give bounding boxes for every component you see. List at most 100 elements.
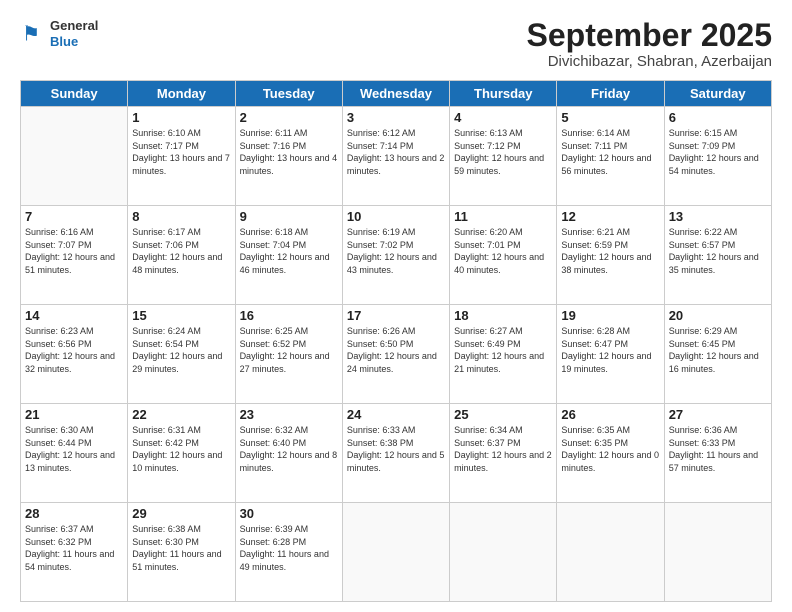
cell-day-number: 8 bbox=[132, 209, 230, 224]
cell-day-number: 18 bbox=[454, 308, 552, 323]
cell-info: Sunrise: 6:33 AMSunset: 6:38 PMDaylight:… bbox=[347, 424, 445, 474]
page-header: ⚑ General Blue September 2025 Divichibaz… bbox=[20, 18, 772, 70]
table-row bbox=[664, 503, 771, 602]
cell-day-number: 17 bbox=[347, 308, 445, 323]
cell-info: Sunrise: 6:38 AMSunset: 6:30 PMDaylight:… bbox=[132, 523, 230, 573]
table-row: 4Sunrise: 6:13 AMSunset: 7:12 PMDaylight… bbox=[450, 107, 557, 206]
table-row: 17 Sunrise: 6:26 AMSunset: 6:50 PMDayligh… bbox=[342, 305, 449, 404]
cell-info: Sunrise: 6:17 AMSunset: 7:06 PMDaylight:… bbox=[132, 226, 230, 276]
cell-info: Sunrise: 6:22 AMSunset: 6:57 PMDaylight:… bbox=[669, 226, 767, 276]
cell-day-number: 20 bbox=[669, 308, 767, 323]
cell-day-number: 10 bbox=[347, 209, 445, 224]
table-row: 2 Sunrise: 6:11 AMSunset: 7:16 PMDaylight… bbox=[235, 107, 342, 206]
cell-day-number: 22 bbox=[132, 407, 230, 422]
cell-day-number: 23 bbox=[240, 407, 338, 422]
cell-day-number: 13 bbox=[669, 209, 767, 224]
table-row: 18 Sunrise: 6:27 AMSunset: 6:49 PMDayligh… bbox=[450, 305, 557, 404]
cell-info: Sunrise: 6:15 AMSunset: 7:09 PMDaylight:… bbox=[669, 127, 767, 177]
calendar-week-row: 28 Sunrise: 6:37 AMSunset: 6:32 PMDayligh… bbox=[21, 503, 772, 602]
cell-day-number: 2 bbox=[240, 110, 338, 125]
cell-info: Sunrise: 6:14 AMSunset: 7:11 PMDaylight:… bbox=[561, 127, 659, 177]
cell-day-number: 29 bbox=[132, 506, 230, 521]
table-row: 1 Sunrise: 6:10 AMSunset: 7:17 PMDaylight… bbox=[128, 107, 235, 206]
cell-info: Sunrise: 6:10 AMSunset: 7:17 PMDaylight:… bbox=[132, 127, 230, 177]
table-row: 30 Sunrise: 6:39 AMSunset: 6:28 PMDayligh… bbox=[235, 503, 342, 602]
table-row: 28 Sunrise: 6:37 AMSunset: 6:32 PMDayligh… bbox=[21, 503, 128, 602]
table-row bbox=[342, 503, 449, 602]
table-row: 21 Sunrise: 6:30 AMSunset: 6:44 PMDayligh… bbox=[21, 404, 128, 503]
table-row: 8 Sunrise: 6:17 AMSunset: 7:06 PMDaylight… bbox=[128, 206, 235, 305]
col-tuesday: Tuesday bbox=[235, 81, 342, 107]
cell-day-number: 12 bbox=[561, 209, 659, 224]
logo-blue: Blue bbox=[50, 34, 98, 50]
cell-day-number: 14 bbox=[25, 308, 123, 323]
cell-info: Sunrise: 6:36 AMSunset: 6:33 PMDaylight:… bbox=[669, 424, 767, 474]
cell-info: Sunrise: 6:37 AMSunset: 6:32 PMDaylight:… bbox=[25, 523, 123, 573]
table-row: 3 Sunrise: 6:12 AMSunset: 7:14 PMDaylight… bbox=[342, 107, 449, 206]
cell-day-number: 28 bbox=[25, 506, 123, 521]
cell-day-number: 3 bbox=[347, 110, 445, 125]
col-wednesday: Wednesday bbox=[342, 81, 449, 107]
cell-day-number: 21 bbox=[25, 407, 123, 422]
table-row: 24 Sunrise: 6:33 AMSunset: 6:38 PMDayligh… bbox=[342, 404, 449, 503]
table-row: 23 Sunrise: 6:32 AMSunset: 6:40 PMDayligh… bbox=[235, 404, 342, 503]
table-row: 29 Sunrise: 6:38 AMSunset: 6:30 PMDayligh… bbox=[128, 503, 235, 602]
col-thursday: Thursday bbox=[450, 81, 557, 107]
cell-info: Sunrise: 6:39 AMSunset: 6:28 PMDaylight:… bbox=[240, 523, 338, 573]
cell-day-number: 6 bbox=[669, 110, 767, 125]
svg-text:⚑: ⚑ bbox=[22, 22, 40, 45]
table-row: 9Sunrise: 6:18 AMSunset: 7:04 PMDaylight… bbox=[235, 206, 342, 305]
title-block: September 2025 Divichibazar, Shabran, Az… bbox=[527, 18, 772, 70]
table-row: 10Sunrise: 6:19 AMSunset: 7:02 PMDayligh… bbox=[342, 206, 449, 305]
table-row: 19Sunrise: 6:28 AMSunset: 6:47 PMDayligh… bbox=[557, 305, 664, 404]
cell-info: Sunrise: 6:23 AMSunset: 6:56 PMDaylight:… bbox=[25, 325, 123, 375]
cell-day-number: 24 bbox=[347, 407, 445, 422]
cell-info: Sunrise: 6:16 AMSunset: 7:07 PMDaylight:… bbox=[25, 226, 123, 276]
table-row: 15 Sunrise: 6:24 AMSunset: 6:54 PMDayligh… bbox=[128, 305, 235, 404]
table-row: 7Sunrise: 6:16 AMSunset: 7:07 PMDaylight… bbox=[21, 206, 128, 305]
cell-info: Sunrise: 6:24 AMSunset: 6:54 PMDaylight:… bbox=[132, 325, 230, 375]
cell-info: Sunrise: 6:27 AMSunset: 6:49 PMDaylight:… bbox=[454, 325, 552, 375]
calendar-table: Sunday Monday Tuesday Wednesday Thursday… bbox=[20, 80, 772, 602]
table-row: 26Sunrise: 6:35 AMSunset: 6:35 PMDayligh… bbox=[557, 404, 664, 503]
table-row: 20 Sunrise: 6:29 AMSunset: 6:45 PMDayligh… bbox=[664, 305, 771, 404]
table-row: 16 Sunrise: 6:25 AMSunset: 6:52 PMDayligh… bbox=[235, 305, 342, 404]
cell-info: Sunrise: 6:13 AMSunset: 7:12 PMDaylight:… bbox=[454, 127, 552, 177]
cell-info: Sunrise: 6:34 AMSunset: 6:37 PMDaylight:… bbox=[454, 424, 552, 474]
cell-day-number: 30 bbox=[240, 506, 338, 521]
cell-info: Sunrise: 6:26 AMSunset: 6:50 PMDaylight:… bbox=[347, 325, 445, 375]
cell-info: Sunrise: 6:11 AMSunset: 7:16 PMDaylight:… bbox=[240, 127, 338, 177]
calendar-week-row: 7Sunrise: 6:16 AMSunset: 7:07 PMDaylight… bbox=[21, 206, 772, 305]
cell-info: Sunrise: 6:30 AMSunset: 6:44 PMDaylight:… bbox=[25, 424, 123, 474]
cell-info: Sunrise: 6:25 AMSunset: 6:52 PMDaylight:… bbox=[240, 325, 338, 375]
logo: ⚑ General Blue bbox=[20, 18, 98, 49]
col-friday: Friday bbox=[557, 81, 664, 107]
calendar-header-row: Sunday Monday Tuesday Wednesday Thursday… bbox=[21, 81, 772, 107]
cell-day-number: 19 bbox=[561, 308, 659, 323]
table-row: 11 Sunrise: 6:20 AMSunset: 7:01 PMDayligh… bbox=[450, 206, 557, 305]
cell-day-number: 27 bbox=[669, 407, 767, 422]
table-row: 27 Sunrise: 6:36 AMSunset: 6:33 PMDayligh… bbox=[664, 404, 771, 503]
cell-info: Sunrise: 6:12 AMSunset: 7:14 PMDaylight:… bbox=[347, 127, 445, 177]
table-row: 13 Sunrise: 6:22 AMSunset: 6:57 PMDayligh… bbox=[664, 206, 771, 305]
table-row: 6 Sunrise: 6:15 AMSunset: 7:09 PMDaylight… bbox=[664, 107, 771, 206]
cell-day-number: 5 bbox=[561, 110, 659, 125]
calendar-week-row: 1 Sunrise: 6:10 AMSunset: 7:17 PMDaylight… bbox=[21, 107, 772, 206]
cell-info: Sunrise: 6:29 AMSunset: 6:45 PMDaylight:… bbox=[669, 325, 767, 375]
cell-day-number: 11 bbox=[454, 209, 552, 224]
table-row bbox=[557, 503, 664, 602]
cell-day-number: 9 bbox=[240, 209, 338, 224]
cell-day-number: 16 bbox=[240, 308, 338, 323]
table-row: 22Sunrise: 6:31 AMSunset: 6:42 PMDayligh… bbox=[128, 404, 235, 503]
cell-day-number: 1 bbox=[132, 110, 230, 125]
cell-info: Sunrise: 6:20 AMSunset: 7:01 PMDaylight:… bbox=[454, 226, 552, 276]
cell-day-number: 25 bbox=[454, 407, 552, 422]
cell-day-number: 15 bbox=[132, 308, 230, 323]
table-row bbox=[21, 107, 128, 206]
cell-info: Sunrise: 6:32 AMSunset: 6:40 PMDaylight:… bbox=[240, 424, 338, 474]
col-sunday: Sunday bbox=[21, 81, 128, 107]
logo-general: General bbox=[50, 18, 98, 34]
table-row: 14 Sunrise: 6:23 AMSunset: 6:56 PMDayligh… bbox=[21, 305, 128, 404]
col-saturday: Saturday bbox=[664, 81, 771, 107]
calendar-location: Divichibazar, Shabran, Azerbaijan bbox=[527, 53, 772, 70]
